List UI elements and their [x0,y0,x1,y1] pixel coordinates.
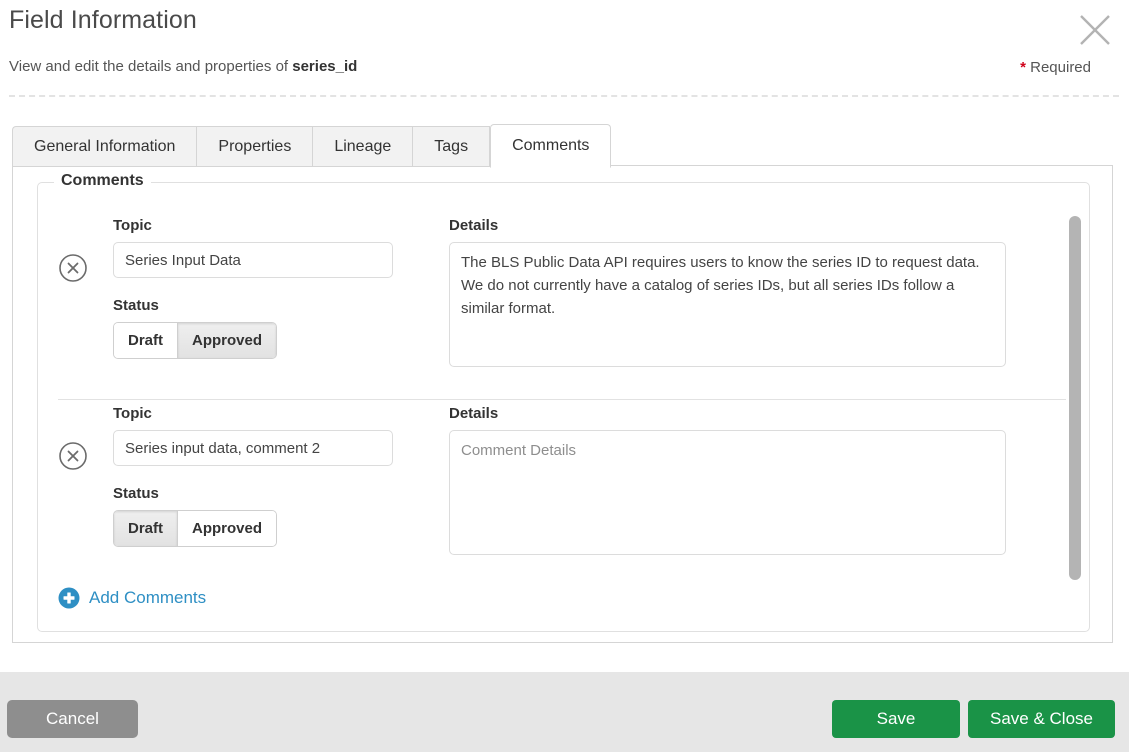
page-title: Field Information [9,6,197,35]
close-icon [1078,13,1112,47]
tab-label: Comments [512,137,589,155]
add-comments-label: Add Comments [89,588,206,608]
comment-divider [58,399,1066,400]
save-button[interactable]: Save [832,700,960,738]
plus-circle-icon [58,587,80,609]
scrollbar-thumb[interactable] [1069,216,1081,580]
topic-label: Topic [113,405,152,422]
tab-label: Lineage [334,138,391,156]
tab-properties[interactable]: Properties [196,126,312,167]
cancel-button[interactable]: Cancel [7,700,138,738]
tab-general-information[interactable]: General Information [12,126,196,167]
topic-input[interactable] [113,430,393,466]
details-label: Details [449,217,498,234]
tab-lineage[interactable]: Lineage [312,126,412,167]
comments-scrollbar[interactable] [1069,216,1081,598]
field-name: series_id [292,58,357,75]
tab-label: General Information [34,138,175,156]
status-segmented-control: Draft Approved [113,510,277,547]
status-label: Status [113,485,159,502]
required-note: * Required [1020,59,1091,76]
remove-comment-button[interactable] [58,253,88,283]
status-segmented-control: Draft Approved [113,322,277,359]
add-comments-button[interactable]: Add Comments [58,587,206,609]
tab-tags[interactable]: Tags [412,126,490,167]
required-label: Required [1030,59,1091,76]
field-information-dialog: Field Information View and edit the deta… [0,0,1129,752]
tab-label: Tags [434,138,468,156]
status-option-approved[interactable]: Approved [177,323,276,358]
comments-scroll-area: Topic Status Draft Approved Details [38,183,1091,633]
tab-label: Properties [218,138,291,156]
tab-content-panel: Comments Topic Status Draf [12,165,1113,643]
status-option-approved[interactable]: Approved [177,511,276,546]
comments-fieldset: Comments Topic Status Draf [37,182,1090,632]
remove-circle-icon [58,253,88,283]
close-button[interactable] [1073,8,1117,52]
required-asterisk: * [1020,59,1026,76]
remove-circle-icon [58,441,88,471]
remove-comment-button[interactable] [58,441,88,471]
status-option-draft[interactable]: Draft [114,511,177,546]
details-label: Details [449,405,498,422]
dialog-subtitle: View and edit the details and properties… [9,58,357,75]
subtitle-text: View and edit the details and properties… [9,58,292,75]
status-label: Status [113,297,159,314]
details-textarea[interactable] [449,430,1006,555]
tab-comments[interactable]: Comments [490,124,611,168]
status-option-draft[interactable]: Draft [114,323,177,358]
topic-label: Topic [113,217,152,234]
dialog-header: Field Information View and edit the deta… [0,0,1129,96]
details-textarea[interactable] [449,242,1006,367]
save-and-close-button[interactable]: Save & Close [968,700,1115,738]
tab-bar: General Information Properties Lineage T… [12,125,611,167]
topic-input[interactable] [113,242,393,278]
header-divider [9,95,1119,97]
